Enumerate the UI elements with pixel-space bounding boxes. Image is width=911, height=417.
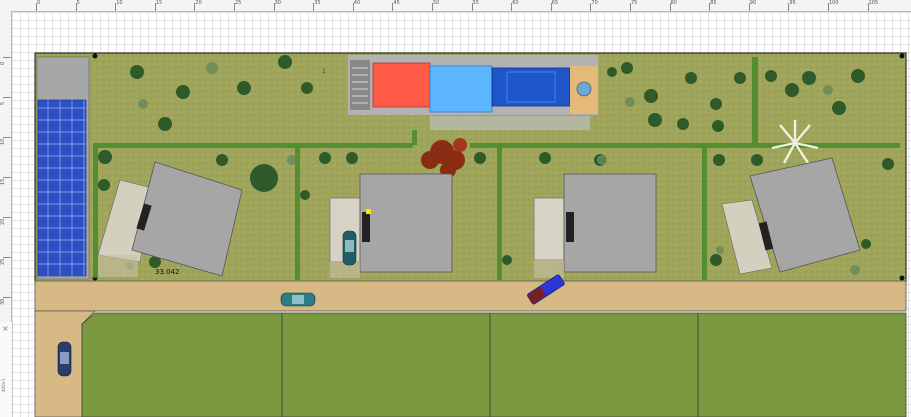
dimension-label[interactable]: 33.042: [155, 268, 180, 276]
hot-tub[interactable]: [576, 81, 592, 97]
fields[interactable]: [81, 312, 907, 417]
car-teal-driveway[interactable]: [342, 230, 357, 266]
lot-corner-marker: [899, 53, 905, 59]
car-navy[interactable]: [57, 341, 72, 377]
pool-lap[interactable]: [491, 67, 571, 107]
lot-corner-marker: [899, 275, 905, 281]
site-plan[interactable]: [0, 0, 911, 417]
lot-corner-marker: [92, 53, 98, 59]
road[interactable]: [34, 280, 907, 312]
car-teal-road[interactable]: [280, 292, 316, 307]
pool-water[interactable]: [429, 65, 493, 113]
pool-deck[interactable]: [372, 62, 431, 108]
side-panel[interactable]: × 400×1: [0, 322, 13, 417]
solar-array[interactable]: [37, 99, 87, 277]
lock-icon: 1: [322, 68, 326, 75]
close-icon[interactable]: ×: [2, 324, 9, 333]
side-panel-text: 400×1: [1, 378, 6, 392]
